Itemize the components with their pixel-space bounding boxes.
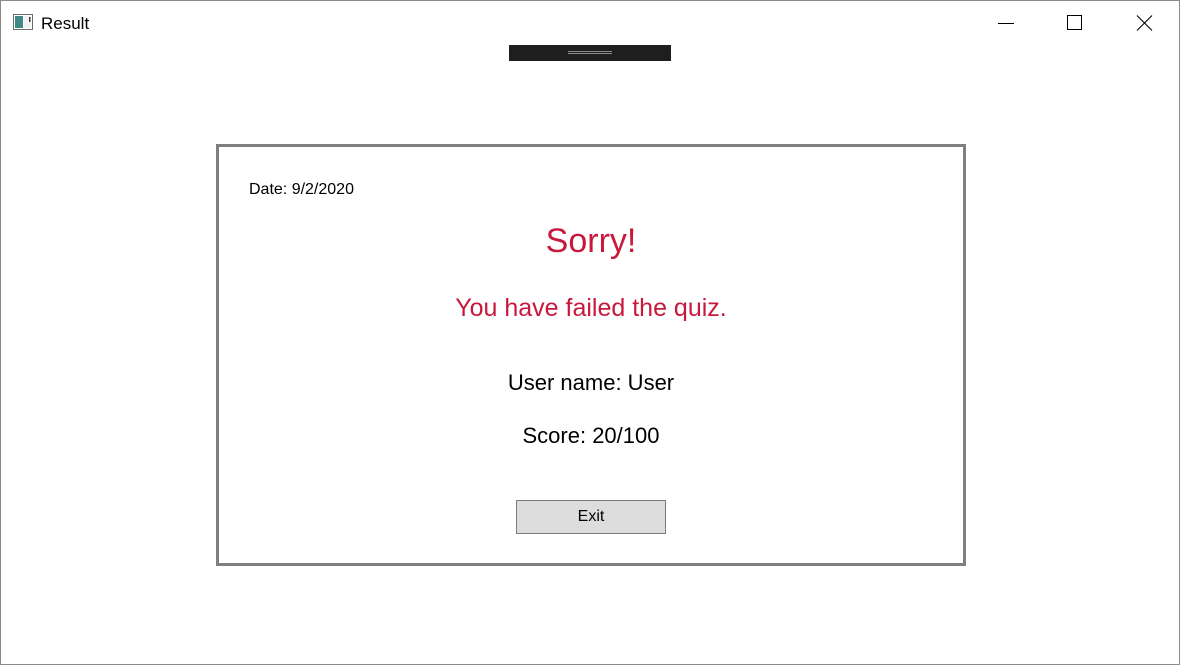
minimize-icon (998, 23, 1014, 24)
result-card: Date: 9/2/2020 Sorry! You have failed th… (216, 144, 966, 566)
result-message: You have failed the quiz. (455, 294, 727, 322)
user-name-label: User name: User (507, 370, 675, 395)
window-title: Result (41, 14, 90, 33)
score-label: Score: 20/100 (522, 423, 660, 448)
result-window: Result Date: 9/2/2020 Sorry! You have fa… (0, 0, 1180, 665)
exit-button[interactable]: Exit (516, 500, 666, 534)
app-window-icon (13, 14, 33, 30)
date-label: Date: 9/2/2020 (249, 181, 354, 198)
drag-handle[interactable] (509, 45, 671, 61)
close-icon (1136, 15, 1153, 31)
title-bar[interactable]: Result (1, 1, 1179, 45)
grip-icon (568, 51, 612, 54)
maximize-button[interactable] (1040, 1, 1110, 45)
result-heading: Sorry! (545, 222, 637, 260)
close-button[interactable] (1109, 1, 1179, 45)
minimize-button[interactable] (971, 1, 1041, 45)
maximize-icon (1067, 15, 1082, 30)
